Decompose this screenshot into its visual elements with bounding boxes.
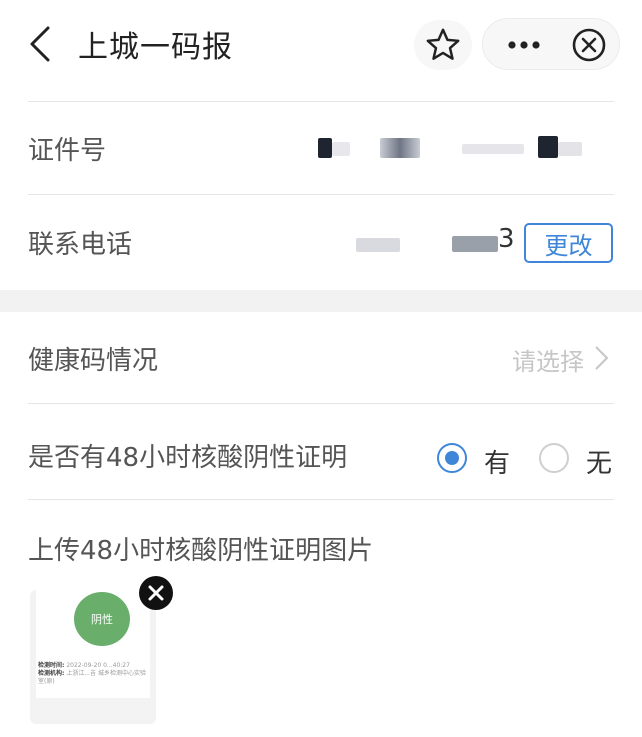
title-bar: 上城一码报 bbox=[0, 0, 642, 100]
divider bbox=[28, 101, 614, 102]
radio-yes-label[interactable]: 有 bbox=[484, 443, 510, 480]
divider bbox=[28, 499, 614, 500]
phone-label: 联系电话 bbox=[28, 230, 133, 260]
favorite-button[interactable] bbox=[414, 20, 472, 70]
thumbnail-document: 阴性 检测时间: 2022-09-20 0...40:27 检测机构: 上浙江.… bbox=[36, 590, 150, 698]
divider bbox=[28, 194, 614, 195]
more-dots-icon[interactable] bbox=[499, 25, 549, 65]
phone-visible-tail: 3 bbox=[498, 224, 515, 254]
radio-no[interactable] bbox=[539, 443, 569, 473]
delete-image-button[interactable] bbox=[139, 576, 173, 610]
radio-yes[interactable] bbox=[437, 443, 467, 473]
close-x-icon bbox=[148, 585, 164, 601]
chevron-right-icon[interactable] bbox=[592, 344, 610, 372]
divider bbox=[28, 403, 614, 404]
negative-result-badge: 阴性 bbox=[74, 592, 130, 646]
uploaded-image-thumbnail[interactable]: 阴性 检测时间: 2022-09-20 0...40:27 检测机构: 上浙江.… bbox=[30, 590, 156, 724]
health-code-select[interactable]: 请选择 bbox=[512, 342, 584, 377]
page-title: 上城一码报 bbox=[78, 30, 233, 65]
section-separator bbox=[0, 290, 642, 312]
change-phone-button[interactable]: 更改 bbox=[524, 223, 613, 263]
back-arrow-icon[interactable] bbox=[22, 24, 62, 64]
radio-no-label[interactable]: 无 bbox=[586, 443, 612, 480]
upload-label: 上传48小时核酸阴性证明图片 bbox=[28, 536, 374, 566]
capsule-menu bbox=[482, 18, 620, 70]
thumbnail-line-1: 检测时间: 2022-09-20 0...40:27 bbox=[38, 662, 130, 669]
nucleic-proof-label: 是否有48小时核酸阴性证明 bbox=[28, 443, 348, 473]
thumbnail-line-2: 检测机构: 上浙江...吉 城乡检测中心实验室(原) bbox=[38, 670, 146, 685]
id-number-label: 证件号 bbox=[28, 136, 107, 166]
star-icon bbox=[426, 28, 460, 60]
close-circle-icon[interactable] bbox=[569, 25, 609, 65]
health-code-label: 健康码情况 bbox=[28, 346, 159, 376]
